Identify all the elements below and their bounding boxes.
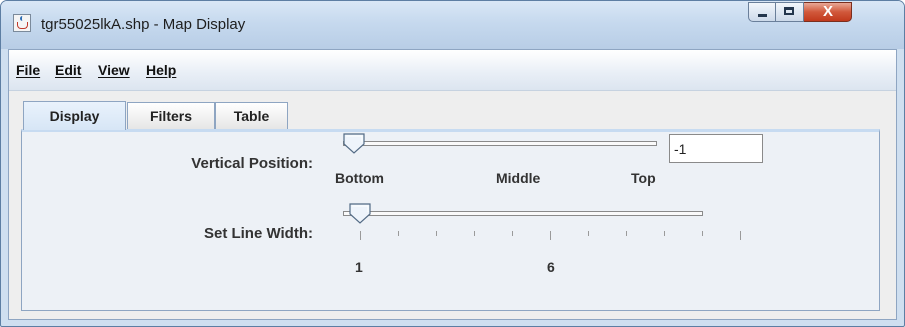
tabbed-pane: Display Filters Table Vertical Position:… (9, 91, 896, 321)
line-width-minor-tick (626, 231, 627, 236)
minimize-icon (758, 14, 767, 17)
maximize-button[interactable] (776, 2, 804, 22)
line-width-minor-tick (398, 231, 399, 236)
display-panel: Vertical Position: Bottom Middle Top Set… (21, 129, 880, 311)
window-title: tgr55025lkA.shp - Map Display (41, 16, 246, 33)
menu-help[interactable]: Help (146, 62, 176, 78)
line-width-major-tick (360, 231, 361, 240)
tab-filters[interactable]: Filters (127, 102, 215, 129)
vertical-position-slider-thumb[interactable] (343, 133, 365, 154)
cup-shape (17, 22, 28, 29)
line-width-minor-tick (588, 231, 589, 236)
steam-shape (20, 16, 25, 21)
line-width-tick-6: 6 (547, 259, 555, 275)
line-width-minor-tick (664, 231, 665, 236)
line-width-major-tick (740, 231, 741, 240)
vertical-position-tick-middle: Middle (496, 170, 541, 186)
line-width-minor-tick (702, 231, 703, 236)
menu-file[interactable]: File (16, 62, 40, 78)
window-client-area: File Edit View Help Display Filters Tabl… (8, 49, 897, 320)
minimize-button[interactable] (748, 2, 776, 22)
line-width-label: Set Line Width: (203, 225, 313, 242)
menu-bar: File Edit View Help (9, 50, 896, 91)
java-cup-icon (13, 14, 31, 32)
map-display-window: tgr55025lkA.shp - Map Display X File Edi… (0, 0, 905, 327)
vertical-position-slider-track[interactable] (343, 141, 657, 146)
menu-edit[interactable]: Edit (55, 62, 81, 78)
tab-display[interactable]: Display (23, 101, 126, 130)
vertical-position-input[interactable] (669, 134, 763, 163)
vertical-position-tick-top: Top (631, 170, 656, 186)
line-width-slider-thumb[interactable] (349, 203, 371, 224)
close-button[interactable]: X (804, 2, 852, 22)
tab-table[interactable]: Table (215, 102, 288, 129)
line-width-major-tick (550, 231, 551, 240)
close-icon: X (822, 3, 833, 20)
menu-view[interactable]: View (98, 62, 130, 78)
line-width-slider-track[interactable] (343, 211, 703, 216)
vertical-position-label: Vertical Position: (191, 155, 313, 172)
line-width-minor-tick (474, 231, 475, 236)
title-bar[interactable]: tgr55025lkA.shp - Map Display X (1, 1, 904, 49)
line-width-minor-tick (512, 231, 513, 236)
line-width-tick-1: 1 (355, 259, 363, 275)
vertical-position-tick-bottom: Bottom (335, 170, 384, 186)
line-width-minor-tick (436, 231, 437, 236)
maximize-icon (784, 7, 794, 15)
